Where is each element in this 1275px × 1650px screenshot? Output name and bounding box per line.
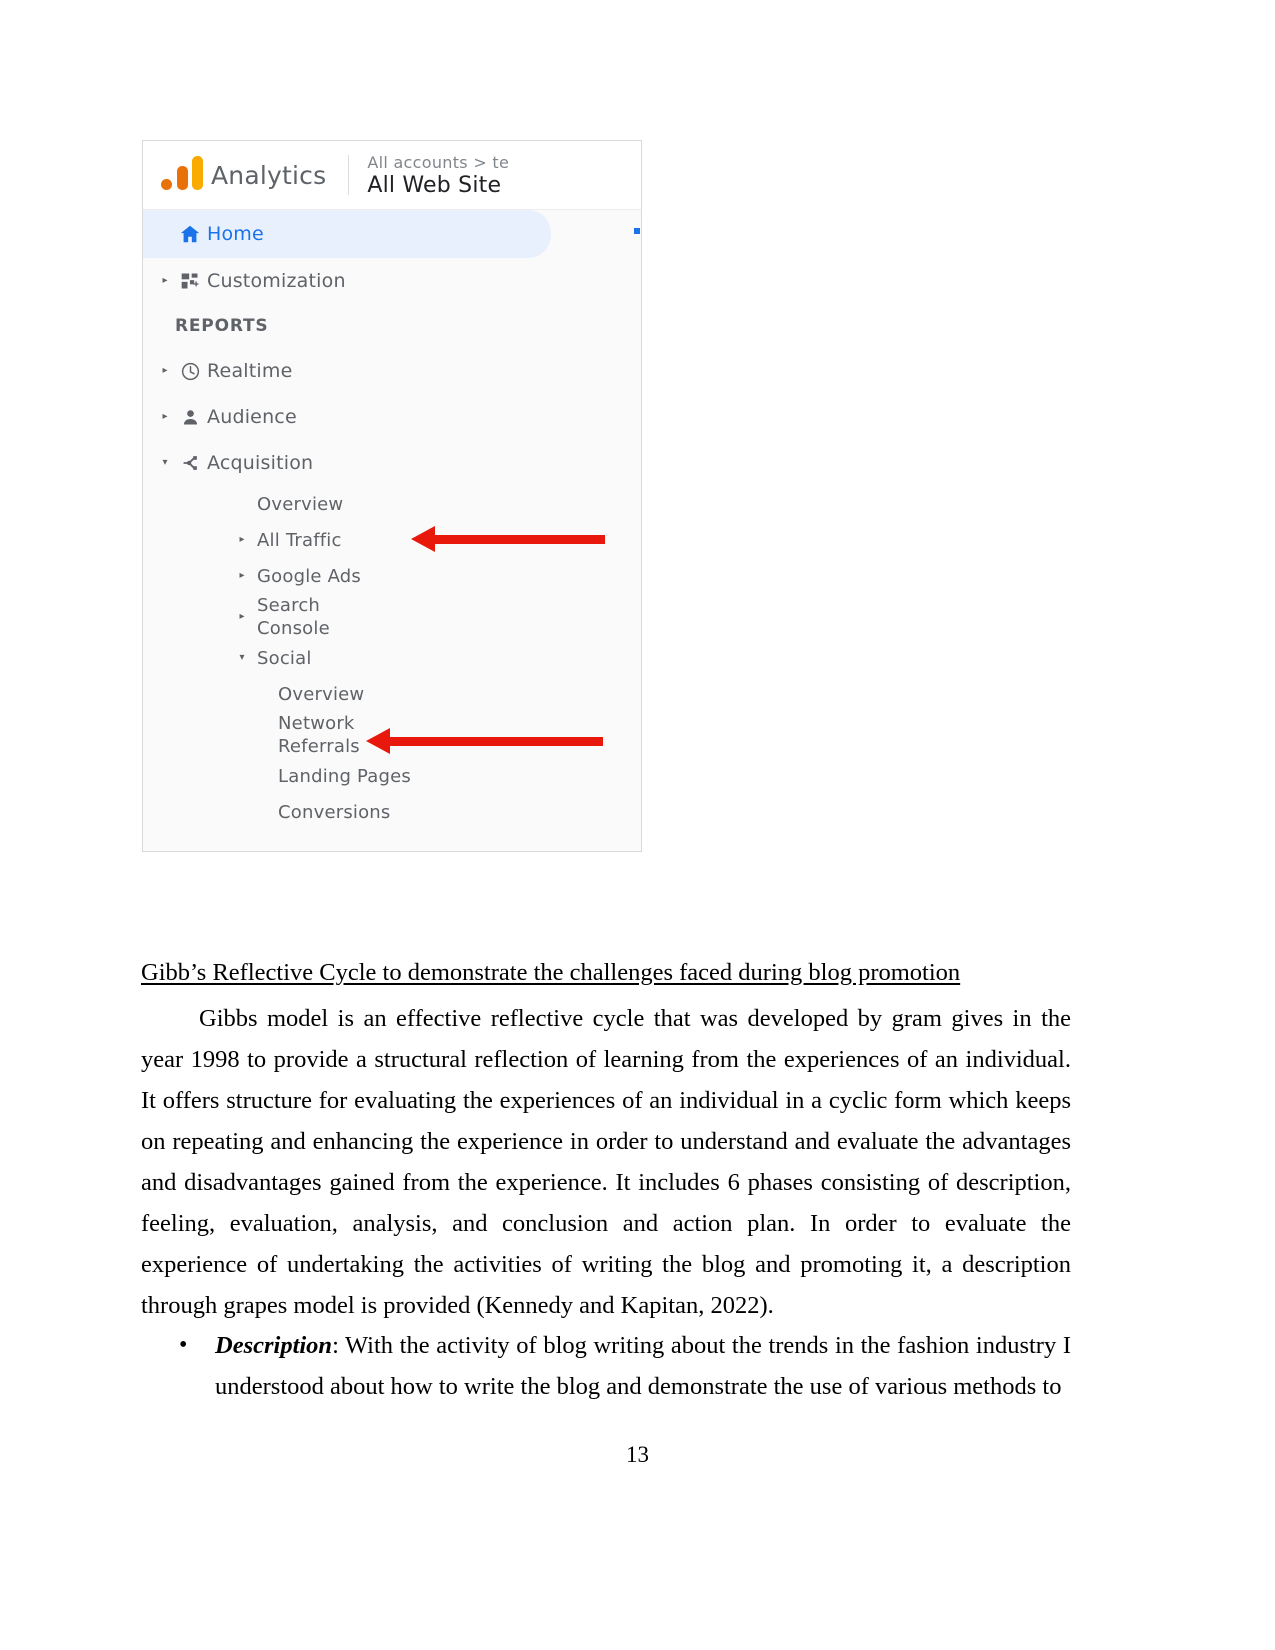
sidebar-item-customization-label: Customization [207,270,346,292]
sidebar-item-label: Google Ads [257,565,361,587]
sidebar-nav: Home ▸ Customization REPORTS ▸ Realtime … [143,210,640,851]
sidebar-item-home[interactable]: Home [143,210,551,258]
chevron-right-icon[interactable]: ▸ [235,612,249,622]
sidebar-item-network-referrals[interactable]: Network Referrals [143,712,640,758]
sidebar-item-label: Search Console [257,595,330,639]
property-name: All Web Site [367,172,502,198]
analytics-top-bar: Analytics All accounts > te All Web Site [143,141,641,209]
home-icon [173,223,207,245]
sidebar-item-social[interactable]: ▾ Social [143,640,640,676]
analytics-body: Home ▸ Customization REPORTS ▸ Realtime … [143,209,641,851]
analytics-logo-icon [159,156,205,194]
account-breadcrumb: All accounts > te [367,152,510,172]
sidebar-item-label: Landing Pages [278,765,412,787]
chevron-right-icon[interactable]: ▸ [157,366,173,376]
sidebar-item-label: Overview [278,683,365,705]
sidebar-section-reports: REPORTS [175,316,269,336]
sidebar-item-social-label: Social [257,647,312,669]
sidebar-item-label: Overview [257,493,344,515]
sidebar-item-acquisition[interactable]: ▾ Acquisition [143,440,640,486]
bullet-list: • Description: With the activity of blog … [141,1325,1071,1407]
sidebar-item-realtime-label: Realtime [207,360,293,382]
sidebar-item-conversions[interactable]: Conversions [143,794,640,830]
body-paragraph: Gibbs model is an effective reflective c… [141,1005,1071,1319]
sidebar-item-realtime[interactable]: ▸ Realtime [143,348,640,394]
section-heading: Gibb’s Reflective Cycle to demonstrate t… [141,959,961,986]
page-number: 13 [626,1442,649,1467]
sidebar-item-audience-label: Audience [207,406,297,428]
sidebar-item-acquisition-overview[interactable]: Overview [143,486,640,522]
sidebar-item-customization[interactable]: ▸ Customization [143,258,640,304]
list-item-term: Description [215,1332,333,1359]
acquisition-icon [173,452,207,474]
clock-icon [173,361,207,382]
sidebar-item-audience[interactable]: ▸ Audience [143,394,640,440]
annotation-arrow-acquisition [411,526,605,552]
sidebar-item-label: All Traffic [257,529,342,551]
analytics-screenshot-figure: Analytics All accounts > te All Web Site… [142,140,642,852]
chevron-right-icon[interactable]: ▸ [157,276,173,286]
chevron-right-icon[interactable]: ▸ [235,571,249,581]
sidebar-item-social-overview[interactable]: Overview [143,676,640,712]
person-icon [173,407,207,428]
chevron-down-icon[interactable]: ▾ [235,653,249,663]
sidebar-item-label: Conversions [278,801,391,823]
list-item: • Description: With the activity of blog … [141,1325,1071,1407]
sidebar-item-search-console[interactable]: ▸ Search Console [143,594,640,640]
sidebar-item-acquisition-label: Acquisition [207,452,314,474]
customization-icon [173,271,207,291]
app-title: Analytics [211,160,327,190]
bullet-glyph: • [179,1332,188,1358]
chevron-right-icon[interactable]: ▸ [235,535,249,545]
annotation-arrow-social [366,728,603,754]
header-divider [348,155,350,195]
sidebar-item-home-label: Home [207,223,264,245]
account-selector[interactable]: All accounts > te All Web Site [367,152,509,199]
sidebar-item-google-ads[interactable]: ▸ Google Ads [143,558,640,594]
sidebar-item-landing-pages[interactable]: Landing Pages [143,758,640,794]
chevron-down-icon[interactable]: ▾ [157,458,173,468]
chevron-right-icon[interactable]: ▸ [157,412,173,422]
list-item-text: : With the activity of blog writing abou… [215,1332,1071,1400]
